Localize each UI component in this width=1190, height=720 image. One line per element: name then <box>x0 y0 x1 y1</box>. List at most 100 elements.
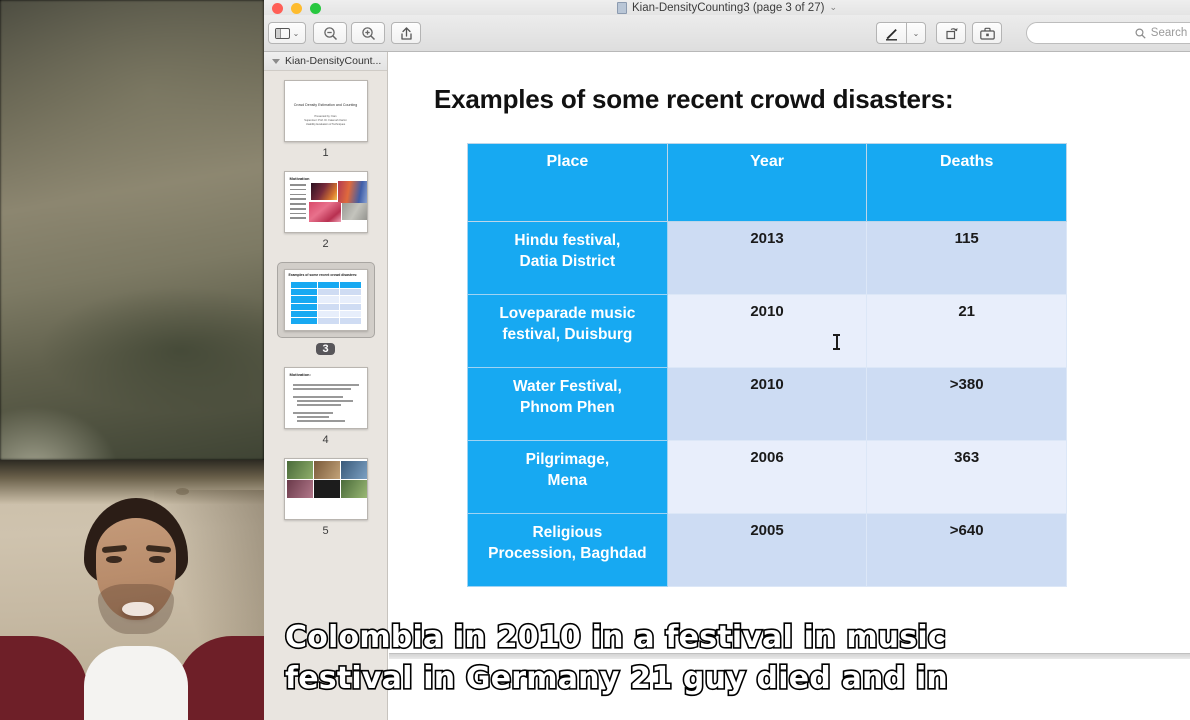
thumbnail-list[interactable]: Crowd Density Estimation and Counting Pr… <box>264 71 387 537</box>
zoom-out-icon <box>323 26 338 41</box>
table-row: Loveparade music festival, Duisburg 2010 … <box>467 294 1067 368</box>
sidebar-toggle-button[interactable]: ⌄ <box>268 22 306 44</box>
webcam-mouth <box>122 602 154 616</box>
share-button[interactable] <box>391 22 421 44</box>
thumbnail-2-photo-c <box>308 202 341 222</box>
thumbnail-2-photo-a <box>310 183 337 200</box>
thumbnail-frame-wrap: Motivation: <box>283 367 368 429</box>
share-icon <box>400 26 413 41</box>
search-input[interactable]: Search <box>1026 22 1190 44</box>
text-cursor <box>833 334 840 350</box>
cell-place: Loveparade music festival, Duisburg <box>467 294 668 368</box>
cell-deaths: 363 <box>866 440 1067 514</box>
caption-line-1: Colombia in 2010 in a festival in music <box>283 618 947 656</box>
chevron-down-icon[interactable]: ⌄ <box>829 2 837 13</box>
thumbnail-3-table <box>290 282 361 325</box>
search-icon <box>1135 27 1146 39</box>
thumbnail-page-3[interactable]: Examples of some recent crowd disasters: <box>264 262 387 355</box>
thumbnail-frame-wrap <box>283 458 368 520</box>
chevron-down-icon: ⌄ <box>912 28 920 38</box>
thumbnail-page-5[interactable]: 5 <box>264 458 387 537</box>
thumbnail-5-photo-a <box>286 461 313 479</box>
cell-year: 2006 <box>666 440 868 514</box>
thumbnail-2-photo-d <box>341 203 367 220</box>
chevron-down-icon[interactable]: ⌄ <box>293 29 300 38</box>
table-row: Hindu festival, Datia District 2013 115 <box>467 221 1067 295</box>
rotate-button[interactable] <box>936 22 966 44</box>
webcam-ceiling-light <box>176 488 189 495</box>
window-title[interactable]: Kian-DensityCounting3 (page 3 of 27) ⌄ <box>264 0 1190 15</box>
thumbnail-page-2[interactable]: Motivation 2 <box>264 171 387 250</box>
zoom-in-icon <box>361 26 376 41</box>
thumbnail-image-1: Crowd Density Estimation and Counting Pr… <box>283 80 368 142</box>
thumbnail-frame-wrap: Examples of some recent crowd disasters: <box>276 262 375 338</box>
webcam-cardigan-left <box>0 636 88 720</box>
thumbnail-5-photo-c <box>340 461 367 479</box>
window-titlebar[interactable]: Kian-DensityCounting3 (page 3 of 27) ⌄ <box>264 0 1190 15</box>
thumbnail-1-subtitle: Presented by: Kian Supervisor: Prof. Dr. … <box>304 115 347 126</box>
markup-pen-icon <box>884 26 899 41</box>
webcam-eye-left <box>106 556 122 563</box>
cell-deaths: 115 <box>866 221 1067 295</box>
thumbnail-number-3: 3 <box>316 343 335 355</box>
thumbnail-2-bullets <box>289 184 306 220</box>
thumbnail-image-5 <box>283 458 368 520</box>
cell-place: Water Festival, Phnom Phen <box>467 367 668 441</box>
table-row: Water Festival, Phnom Phen 2010 >380 <box>467 367 1067 441</box>
cell-year: 2005 <box>666 513 868 587</box>
thumbnail-5-photo-b <box>313 461 340 479</box>
column-header-place: Place <box>467 143 668 222</box>
thumbnail-number-2: 2 <box>322 238 329 250</box>
sidebar-header[interactable]: Kian-DensityCount... <box>264 52 387 71</box>
toolbar: ⌄ ⌄ Search <box>264 15 1190 52</box>
crowd-disasters-table: Place Year Deaths Hindu festival, Datia D… <box>467 143 1067 587</box>
cell-deaths: >380 <box>866 367 1067 441</box>
thumbnail-frame-wrap: Motivation <box>283 171 368 233</box>
thumbnail-3-heading: Examples of some recent crowd disasters: <box>288 273 358 277</box>
markup-button[interactable] <box>876 22 906 44</box>
thumbnail-frame-wrap: Crowd Density Estimation and Counting Pr… <box>283 80 368 142</box>
thumbnail-number-5: 5 <box>322 525 329 537</box>
window-title-text: Kian-DensityCounting3 (page 3 of 27) <box>632 1 825 14</box>
rotate-icon <box>944 26 959 41</box>
zoom-in-button[interactable] <box>351 22 385 44</box>
webcam-video-feed[interactable] <box>0 460 264 720</box>
video-column <box>0 0 264 720</box>
cell-place: Hindu festival, Datia District <box>467 221 668 295</box>
thumbnail-page-4[interactable]: Motivation: 4 <box>264 367 387 446</box>
column-header-deaths: Deaths <box>866 143 1067 222</box>
nature-video-feed[interactable] <box>0 0 264 460</box>
thumbnail-image-4: Motivation: <box>283 367 368 429</box>
toolbox-button[interactable] <box>972 22 1002 44</box>
markup-menu-button[interactable]: ⌄ <box>906 22 926 44</box>
table-row: Pilgrimage, Mena 2006 363 <box>467 440 1067 514</box>
caption-line-2: festival in Germany 21 guy died and in <box>283 659 949 697</box>
thumbnail-4-heading: Motivation: <box>289 372 311 377</box>
cell-year: 2013 <box>666 221 868 295</box>
zoom-out-button[interactable] <box>313 22 347 44</box>
slide-page-3[interactable]: Examples of some recent crowd disasters:… <box>389 52 1190 653</box>
thumbnail-image-3: Examples of some recent crowd disasters: <box>283 269 368 331</box>
nature-video-branch <box>0 150 200 480</box>
thumbnail-number-1: 1 <box>322 147 329 159</box>
sidebar-header-label: Kian-DensityCount... <box>285 55 382 67</box>
preview-window: Kian-DensityCounting3 (page 3 of 27) ⌄ ⌄ <box>264 0 1190 720</box>
subtitle-caption: Colombia in 2010 in a festival in music … <box>283 618 985 700</box>
thumbnail-1-title: Crowd Density Estimation and Counting <box>293 103 358 107</box>
cell-place: Pilgrimage, Mena <box>467 440 668 514</box>
sidebar-toggle-icon <box>274 27 290 39</box>
column-header-year: Year <box>666 143 868 222</box>
cell-place: Religious Procession, Baghdad <box>467 513 668 587</box>
page-title: Examples of some recent crowd disasters: <box>434 84 954 114</box>
thumbnail-5-photo-d <box>286 480 313 498</box>
cell-deaths: >640 <box>866 513 1067 587</box>
thumbnail-page-1[interactable]: Crowd Density Estimation and Counting Pr… <box>264 80 387 159</box>
disclosure-triangle-icon[interactable] <box>272 58 280 64</box>
thumbnail-5-photo-f <box>340 480 367 498</box>
screen: Kian-DensityCounting3 (page 3 of 27) ⌄ ⌄ <box>0 0 1190 720</box>
thumbnail-2-heading: Motivation <box>289 176 310 181</box>
search-placeholder: Search <box>1150 27 1188 39</box>
webcam-eye-right <box>149 556 165 563</box>
table-row: Religious Procession, Baghdad 2005 >640 <box>467 513 1067 587</box>
toolbox-icon <box>979 27 995 40</box>
